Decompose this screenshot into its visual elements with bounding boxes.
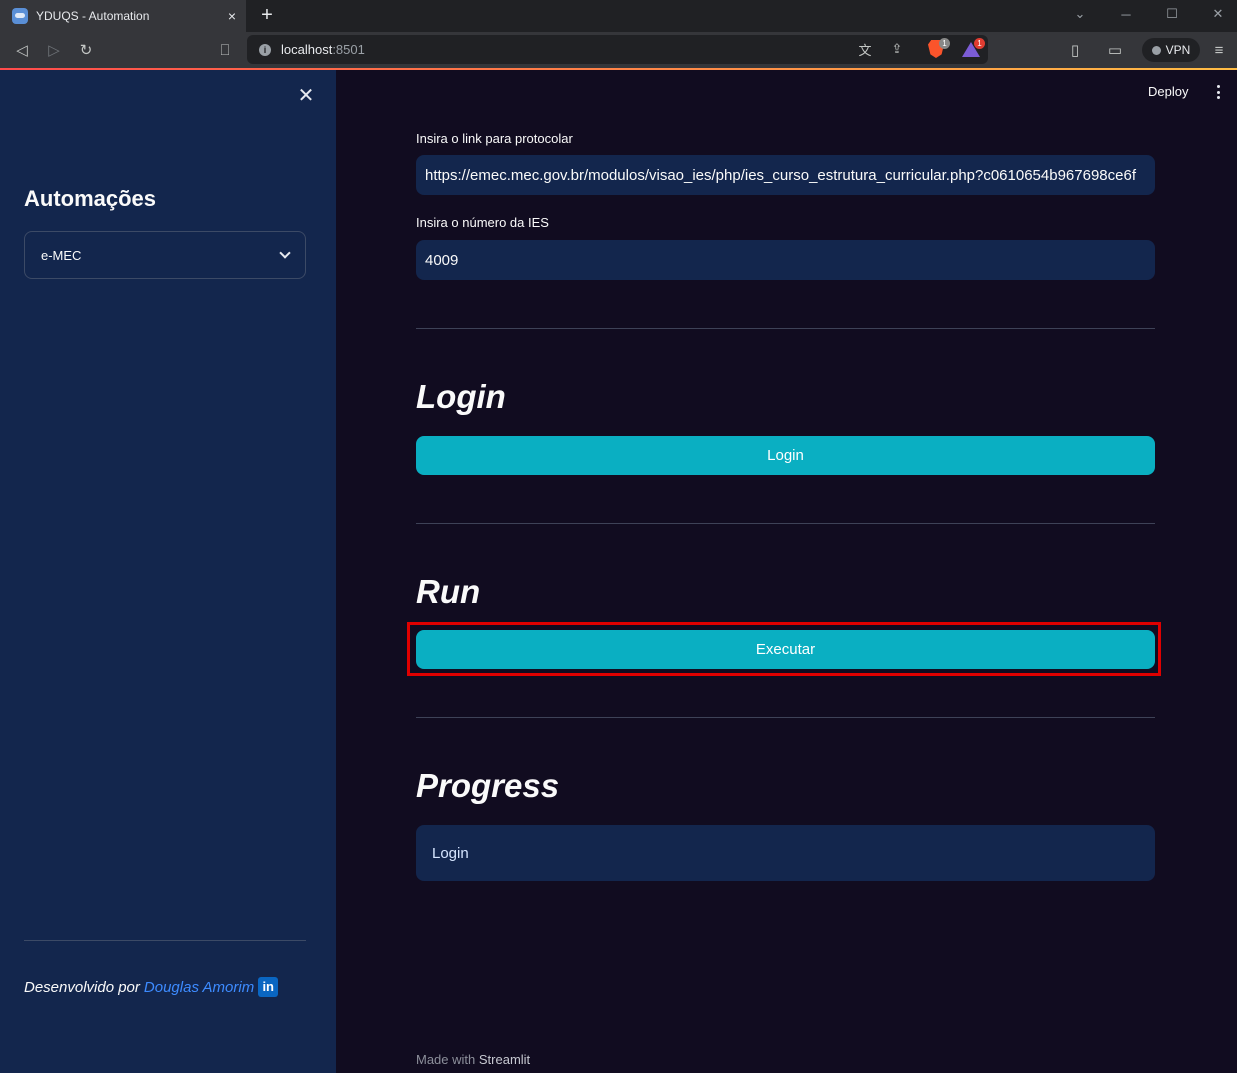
select-value: e-MEC: [41, 247, 82, 263]
forward-icon[interactable]: ▷: [42, 38, 66, 62]
sidebar-title: Automações: [24, 186, 157, 211]
login-heading: Login: [416, 378, 506, 415]
vpn-label: VPN: [1165, 43, 1191, 57]
ies-label: Insira o número da IES: [416, 215, 549, 230]
address-bar[interactable]: i localhost :8501: [247, 35, 988, 64]
window-close-icon[interactable]: ✕: [1196, 0, 1237, 28]
brave-rewards-icon[interactable]: 1: [961, 38, 985, 59]
main-content: Deploy Insira o link para protocolar htt…: [336, 70, 1237, 1073]
login-button[interactable]: Login: [416, 436, 1155, 475]
streamlit-link[interactable]: Streamlit: [479, 1052, 530, 1067]
sidebar-divider: [24, 940, 306, 941]
developer-credit: Desenvolvido por Douglas Amorim in: [24, 977, 279, 997]
progress-status-box: Login: [416, 825, 1155, 881]
deploy-button[interactable]: Deploy: [1148, 84, 1188, 99]
tab-close-icon[interactable]: ×: [220, 8, 244, 24]
author-link[interactable]: Douglas Amorim: [144, 979, 254, 996]
link-label: Insira o link para protocolar: [416, 131, 573, 146]
divider: [416, 328, 1155, 329]
tab-title: YDUQS - Automation: [36, 9, 150, 23]
footer-made-with: Made with: [416, 1052, 476, 1067]
tab-search-icon[interactable]: ⌄: [1058, 0, 1102, 28]
reload-icon[interactable]: ↻: [74, 38, 98, 62]
divider: [416, 523, 1155, 524]
browser-tab[interactable]: YDUQS - Automation ×: [0, 0, 246, 32]
shields-badge: 1: [939, 38, 950, 49]
wallet-icon[interactable]: ▭: [1103, 38, 1127, 62]
back-icon[interactable]: ◁: [10, 38, 34, 62]
link-input[interactable]: https://emec.mec.gov.br/modulos/visao_ie…: [416, 155, 1155, 195]
run-heading: Run: [416, 573, 481, 610]
bookmark-icon[interactable]: ⎕: [213, 38, 237, 62]
sidebar: ✕ Automações e-MEC Desenvolvido por Doug…: [0, 70, 336, 1073]
chevron-down-icon: [279, 247, 291, 259]
share-icon[interactable]: ⇪: [887, 39, 907, 59]
divider: [416, 717, 1155, 718]
browser-toolbar: ◁ ▷ ↻ ⎕ i localhost :8501 文 ⇪ 1 1 ▯ ▭ VP…: [0, 32, 1237, 68]
automation-select[interactable]: e-MEC: [24, 231, 306, 279]
vpn-button[interactable]: VPN: [1142, 38, 1200, 62]
minimize-icon[interactable]: ─: [1104, 0, 1148, 28]
footer: Made with Streamlit: [416, 1052, 530, 1067]
url-port: :8501: [332, 42, 365, 57]
rewards-badge: 1: [974, 38, 985, 49]
translate-icon[interactable]: 文: [855, 39, 875, 59]
vpn-status-icon: [1151, 45, 1161, 55]
main-menu-icon[interactable]: [1214, 84, 1222, 100]
url-host: localhost: [281, 42, 333, 57]
menu-icon[interactable]: ≡: [1207, 38, 1231, 62]
ies-input[interactable]: 4009: [416, 240, 1155, 280]
sidebar-close-icon[interactable]: ✕: [294, 84, 318, 108]
browser-tab-bar: YDUQS - Automation × + ⌄ ─ ☐ ✕: [0, 0, 1237, 32]
site-info-icon[interactable]: i: [259, 43, 271, 56]
sidebar-toggle-icon[interactable]: ▯: [1063, 38, 1087, 62]
brave-shields-icon[interactable]: 1: [926, 38, 950, 59]
new-tab-button[interactable]: +: [256, 4, 278, 26]
executar-button[interactable]: Executar: [416, 630, 1155, 669]
progress-heading: Progress: [416, 767, 560, 804]
linkedin-icon[interactable]: in: [258, 977, 279, 997]
credit-prefix: Desenvolvido por: [24, 978, 140, 996]
app-favicon-icon: [12, 8, 28, 24]
maximize-icon[interactable]: ☐: [1150, 0, 1194, 28]
